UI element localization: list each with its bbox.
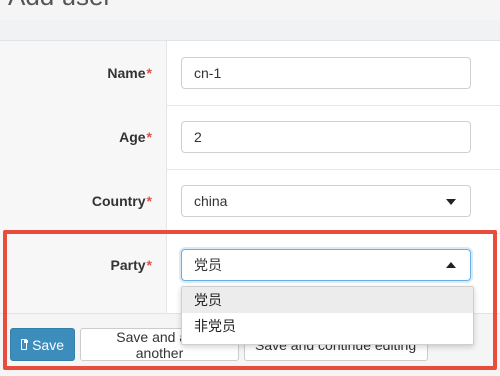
country-label: Country * xyxy=(91,193,152,209)
title-bar: Add user xyxy=(0,0,500,20)
page-title: Add user xyxy=(8,0,112,12)
save-button[interactable]: Save xyxy=(10,328,75,361)
age-label: Age * xyxy=(119,129,152,145)
required-mark: * xyxy=(146,257,152,273)
name-label: Name * xyxy=(107,65,152,81)
party-select[interactable]: 党员 xyxy=(181,249,471,281)
name-row: Name * cn-1 xyxy=(0,41,500,106)
caret-up-icon xyxy=(446,262,456,268)
country-select-value: china xyxy=(194,193,228,209)
name-input[interactable]: cn-1 xyxy=(181,57,471,89)
party-dropdown: 党员 非党员 xyxy=(181,286,474,345)
age-row: Age * 2 xyxy=(0,105,500,170)
country-row: Country * china xyxy=(0,169,500,234)
required-mark: * xyxy=(146,193,152,209)
age-input[interactable]: 2 xyxy=(181,121,471,153)
floppy-disk-icon xyxy=(21,339,29,350)
party-option[interactable]: 非党员 xyxy=(182,313,473,339)
party-select-value: 党员 xyxy=(194,257,222,273)
party-option[interactable]: 党员 xyxy=(182,287,473,313)
required-mark: * xyxy=(146,65,152,81)
caret-down-icon xyxy=(446,199,456,205)
country-select[interactable]: china xyxy=(181,185,471,217)
party-label: Party * xyxy=(110,257,152,273)
required-mark: * xyxy=(146,129,152,145)
